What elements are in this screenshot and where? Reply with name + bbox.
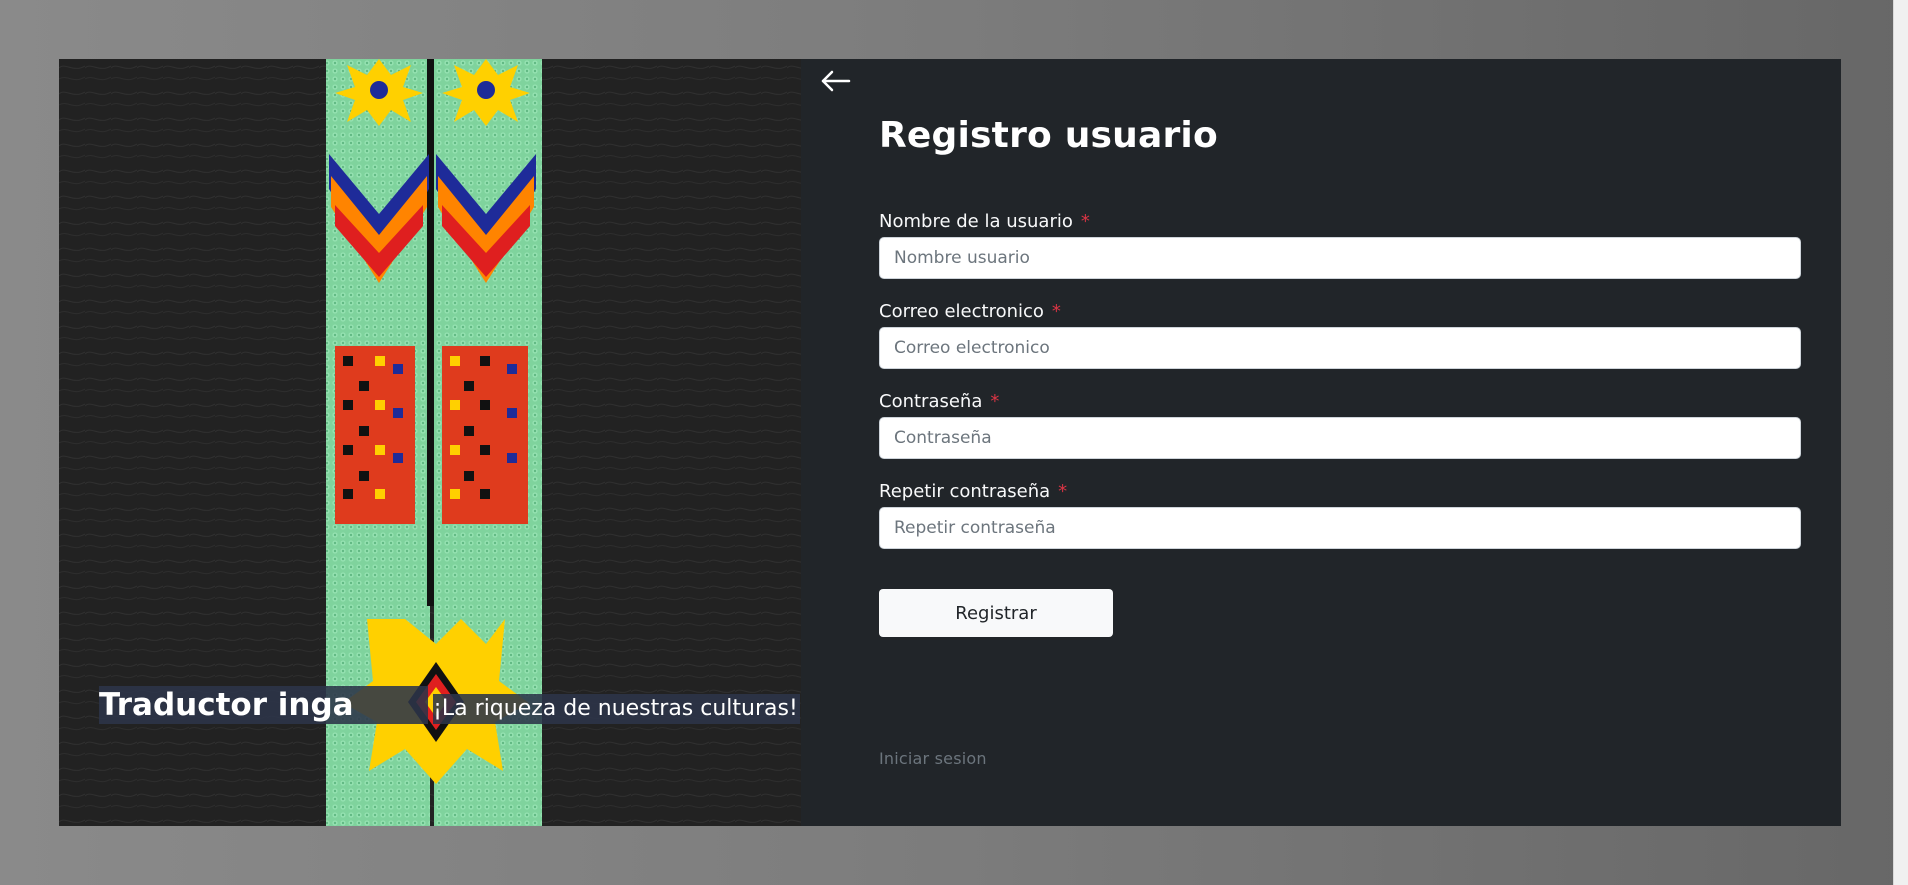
window-scrollbar[interactable]	[1893, 0, 1908, 885]
page-title: Registro usuario	[879, 115, 1218, 156]
email-label: Correo electronico *	[879, 301, 1801, 323]
username-label: Nombre de la usuario *	[879, 211, 1801, 233]
repeat-password-input[interactable]	[879, 507, 1801, 549]
field-username: Nombre de la usuario *	[879, 211, 1801, 279]
username-required-mark: *	[1080, 211, 1090, 232]
field-email: Correo electronico *	[879, 301, 1801, 369]
password-input[interactable]	[879, 417, 1801, 459]
repeat-password-label: Repetir contraseña *	[879, 481, 1801, 503]
arrow-left-icon[interactable]	[818, 67, 852, 95]
hero-subtitle: ¡La riqueza de nuestras culturas!	[433, 694, 800, 724]
email-required-mark: *	[1051, 301, 1061, 322]
email-input[interactable]	[879, 327, 1801, 369]
username-label-text: Nombre de la usuario	[879, 211, 1073, 232]
field-password: Contraseña *	[879, 391, 1801, 459]
hero-title: Traductor inga	[99, 686, 428, 724]
password-label-text: Contraseña	[879, 391, 983, 412]
repeat-password-label-text: Repetir contraseña	[879, 481, 1051, 502]
right-check-pattern	[442, 346, 528, 524]
field-repeat-password: Repetir contraseña *	[879, 481, 1801, 549]
username-input[interactable]	[879, 237, 1801, 279]
hero-panel: Traductor inga ¡La riqueza de nuestras c…	[59, 59, 801, 826]
email-label-text: Correo electronico	[879, 301, 1044, 322]
register-button[interactable]: Registrar	[879, 589, 1113, 637]
registration-form: Nombre de la usuario * Correo electronic…	[879, 211, 1801, 571]
login-link[interactable]: Iniciar sesion	[879, 749, 987, 768]
repeat-password-required-mark: *	[1058, 481, 1068, 502]
left-check-pattern	[335, 346, 415, 524]
registration-form-panel: Registro usuario Nombre de la usuario * …	[801, 59, 1841, 826]
password-label: Contraseña *	[879, 391, 1801, 413]
hero-caption: Traductor inga ¡La riqueza de nuestras c…	[99, 686, 800, 724]
password-required-mark: *	[990, 391, 1000, 412]
registration-card: Traductor inga ¡La riqueza de nuestras c…	[59, 59, 1841, 826]
